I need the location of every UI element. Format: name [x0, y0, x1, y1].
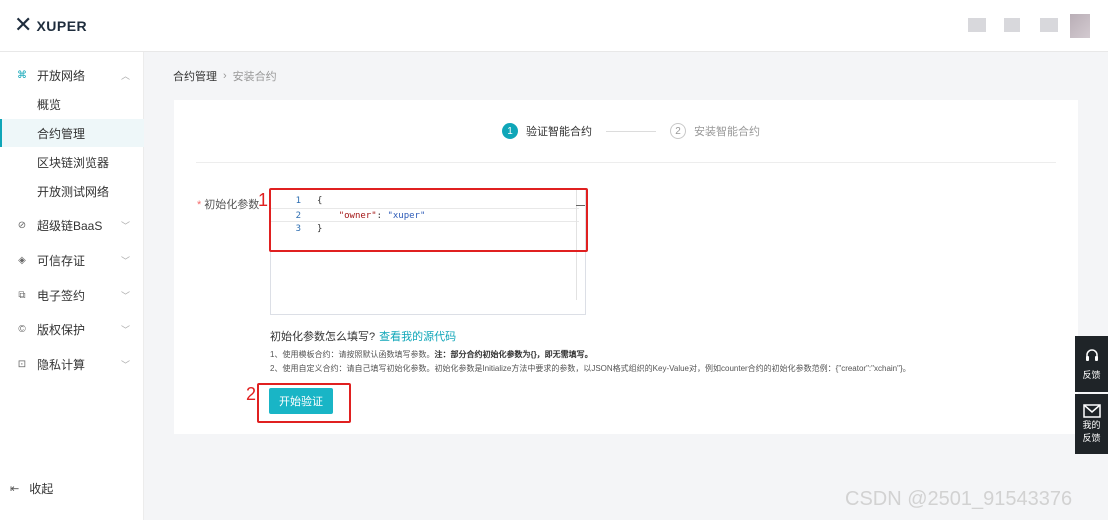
my-feedback-button[interactable]: 我的 反馈 — [1075, 394, 1108, 454]
annotation-box-2 — [257, 383, 351, 423]
init-params-label: * 初始化参数 — [197, 196, 259, 212]
help-title: 初始化参数怎么填写? 查看我的源代码 — [270, 328, 456, 344]
help-line-2: 2、使用自定义合约：请自己填写初始化参数。初始化参数是Initialize方法中… — [270, 364, 911, 373]
init-params-label-text: 初始化参数 — [204, 199, 260, 211]
nav-group-label: 超级链BaaS — [37, 218, 103, 233]
breadcrumb-current: 安装合约 — [232, 71, 277, 83]
sidebar-item-label: 概览 — [37, 97, 62, 112]
nav-group-privacy-computing[interactable]: ⊡ 隐私计算 ﹀ — [0, 349, 144, 379]
breadcrumb-parent[interactable]: 合约管理 — [173, 68, 217, 84]
lock-icon: ⊡ — [17, 358, 27, 370]
feedback-label: 反馈 — [1082, 369, 1101, 380]
headset-icon — [1085, 348, 1098, 361]
sidebar-item-label: 开放测试网络 — [37, 184, 110, 199]
collapse-icon: ⇤ — [10, 483, 20, 495]
annotation-number-1: 1 — [258, 190, 269, 210]
step-2-number: 2 — [670, 123, 686, 139]
step-2-label: 安装智能合约 — [694, 126, 760, 138]
mail-icon — [1082, 404, 1101, 418]
required-asterisk: * — [197, 199, 202, 211]
nav-group-label: 可信存证 — [37, 253, 86, 268]
help-line-1-note: 注：部分合约初始化参数为{}，即无需填写。 — [434, 350, 593, 359]
nav-group-label: 开放网络 — [37, 68, 86, 83]
baas-icon: ⊘ — [17, 219, 27, 231]
xuper-logo[interactable]: ✕ XUPER — [14, 13, 88, 38]
nav-group-label: 隐私计算 — [37, 357, 86, 372]
breadcrumb: 合约管理 › 安装合约 — [173, 68, 277, 84]
nav-group-copyright[interactable]: © 版权保护 ﹀ — [0, 314, 144, 344]
sidebar-item-block-explorer[interactable]: 区块链浏览器 — [0, 148, 144, 176]
shield-icon: ◈ — [18, 254, 26, 266]
nav-group-open-network[interactable]: ⌘ 开放网络 ︿ — [0, 60, 144, 90]
sidebar-item-contract-management[interactable]: 合约管理 — [0, 119, 144, 147]
sidebar-item-open-testnet[interactable]: 开放测试网络 — [0, 177, 144, 205]
divider — [196, 162, 1056, 163]
nav-group-trusted-evidence[interactable]: ◈ 可信存证 ﹀ — [0, 245, 144, 275]
step-1-label: 验证智能合约 — [526, 126, 592, 138]
sidebar-item-label: 合约管理 — [37, 126, 86, 141]
step-connector — [606, 130, 656, 132]
blurred-header-item[interactable] — [1004, 18, 1020, 32]
nav-group-baas[interactable]: ⊘ 超级链BaaS ﹀ — [0, 210, 144, 240]
logo-text: XUPER — [36, 18, 88, 34]
steps-indicator: 1 验证智能合约 2 安装智能合约 — [502, 123, 760, 139]
sidebar: ⌘ 开放网络 ︿ 概览 合约管理 区块链浏览器 开放测试网络 ⊘ 超级链BaaS… — [0, 52, 144, 520]
help-line-1: 1、使用模板合约：请按照默认函数填写参数。注：部分合约初始化参数为{}，即无需填… — [270, 349, 593, 360]
sidebar-item-overview[interactable]: 概览 — [0, 90, 144, 118]
chevron-down-icon: ﹀ — [121, 290, 131, 301]
collapse-label: 收起 — [29, 482, 54, 496]
csdn-watermark: CSDN @2501_91543376 — [845, 488, 1073, 510]
step-1-number: 1 — [502, 123, 518, 139]
nav-group-e-sign[interactable]: ⧉ 电子签约 ﹀ — [0, 280, 144, 310]
top-header: ✕ XUPER — [0, 0, 1108, 52]
xuper-logo-mark-icon: ✕ — [14, 13, 33, 38]
blurred-header-item[interactable] — [968, 18, 986, 32]
chevron-down-icon: ﹀ — [121, 324, 131, 335]
network-icon: ⌘ — [17, 69, 27, 81]
annotation-box-1 — [269, 188, 588, 252]
sign-icon: ⧉ — [18, 289, 26, 301]
sidebar-item-label: 区块链浏览器 — [37, 155, 110, 170]
nav-group-label: 电子签约 — [37, 288, 86, 303]
feedback-button[interactable]: 反馈 — [1075, 336, 1108, 392]
help-line-1-prefix: 1、使用模板合约：请按照默认函数填写参数。 — [270, 350, 435, 359]
install-contract-card: 1 验证智能合约 2 安装智能合约 * 初始化参数 1 { 2 "owner": … — [174, 100, 1078, 434]
my-feedback-label-2: 反馈 — [1082, 433, 1101, 443]
user-avatar[interactable] — [1070, 14, 1090, 38]
chevron-down-icon: ﹀ — [121, 220, 131, 231]
my-feedback-label-1: 我的 — [1082, 420, 1101, 430]
annotation-number-2: 2 — [246, 384, 257, 404]
chevron-down-icon: ﹀ — [121, 359, 131, 370]
breadcrumb-separator-icon: › — [223, 70, 227, 82]
blurred-header-item[interactable] — [1040, 18, 1058, 32]
copyright-icon: © — [18, 323, 26, 335]
chevron-down-icon: ﹀ — [121, 255, 131, 266]
collapse-sidebar-button[interactable]: ⇤ 收起 — [10, 480, 53, 497]
nav-group-label: 版权保护 — [37, 322, 86, 337]
view-source-link[interactable]: 查看我的源代码 — [379, 331, 456, 343]
help-title-text: 初始化参数怎么填写? — [270, 331, 376, 343]
chevron-up-icon: ︿ — [121, 70, 131, 81]
